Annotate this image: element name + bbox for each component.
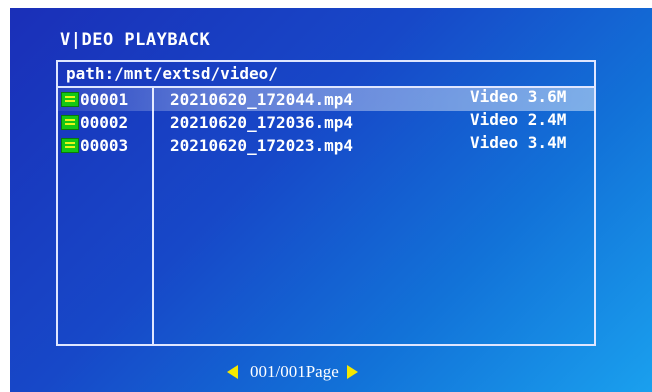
file-info: Video 3.4M [470, 133, 567, 152]
arrow-left-icon[interactable] [227, 365, 238, 379]
file-list: 00001 20210620_172044.mp4 Video 3.6M 000… [58, 88, 594, 157]
video-file-icon [61, 92, 79, 107]
file-name: 20210620_172023.mp4 [170, 136, 354, 155]
page-indicator: 001/001Page [250, 362, 339, 381]
file-browser: path:/mnt/extsd/video/ 00001 20210620_17… [56, 60, 596, 346]
file-index: 00002 [80, 113, 129, 132]
file-row-1[interactable]: 00001 20210620_172044.mp4 Video 3.6M [58, 88, 594, 111]
file-name: 20210620_172044.mp4 [170, 90, 354, 109]
file-row-2[interactable]: 00002 20210620_172036.mp4 Video 2.4M [58, 111, 594, 134]
file-info: Video 2.4M [470, 110, 567, 129]
file-info: Video 3.6M [470, 87, 567, 106]
video-playback-screen: V|DEO PLAYBACK path:/mnt/extsd/video/ 00… [10, 8, 652, 392]
file-index: 00003 [80, 136, 129, 155]
arrow-right-icon[interactable] [346, 365, 358, 379]
file-name: 20210620_172036.mp4 [170, 113, 354, 132]
video-file-icon [61, 115, 79, 130]
path-bar: path:/mnt/extsd/video/ [58, 62, 594, 88]
file-index: 00001 [80, 90, 129, 109]
file-row-3[interactable]: 00003 20210620_172023.mp4 Video 3.4M [58, 134, 594, 157]
page-title: V|DEO PLAYBACK [60, 30, 211, 50]
video-file-icon [61, 138, 79, 153]
pagination: 001/001Page [227, 360, 358, 384]
